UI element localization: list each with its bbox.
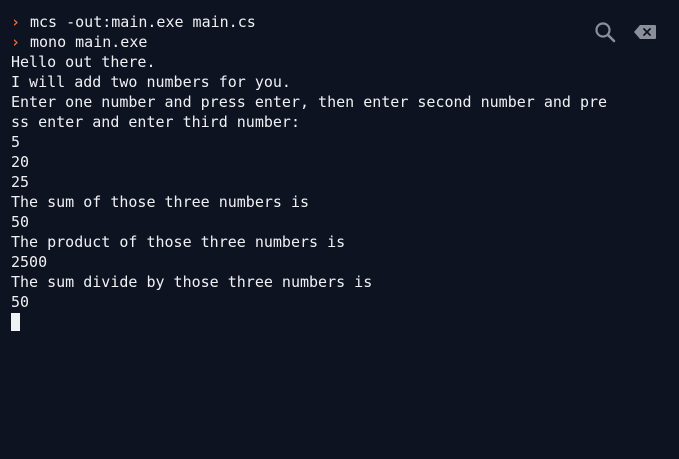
output-line: 5	[11, 133, 21, 151]
command-line: › mono main.exe	[11, 32, 679, 52]
output-line: The product of those three numbers is	[11, 233, 346, 251]
output-line: I will add two numbers for you.	[11, 73, 291, 91]
output-line: 50	[11, 293, 30, 311]
output-line: 2500	[11, 253, 48, 271]
output-line: Enter one number and press enter, then e…	[11, 93, 608, 111]
output-line: 20	[11, 153, 30, 171]
output-line: The sum divide by those three numbers is	[11, 273, 373, 291]
command-text: mono main.exe	[30, 33, 148, 51]
search-icon	[594, 21, 616, 48]
output-line: 50	[11, 213, 30, 231]
output-line: The sum of those three numbers is	[11, 193, 310, 211]
prompt-chevron-icon: ›	[11, 33, 21, 51]
command-line: › mcs -out:main.exe main.cs	[11, 12, 679, 32]
input-line[interactable]	[11, 312, 679, 332]
text-cursor	[11, 313, 20, 331]
output-line: Hello out there.	[11, 53, 156, 71]
clear-console-icon	[633, 24, 657, 45]
clear-console-button[interactable]	[633, 22, 657, 46]
output-line: 25	[11, 173, 30, 191]
output-line: ss enter and enter third number:	[11, 113, 300, 131]
console-panel[interactable]: › mcs -out:main.exe main.cs › mono main.ex…	[0, 0, 679, 459]
console-toolbar	[593, 21, 657, 48]
search-button[interactable]	[593, 21, 617, 48]
prompt-chevron-icon: ›	[11, 13, 21, 31]
command-text: mcs -out:main.exe main.cs	[30, 13, 256, 31]
